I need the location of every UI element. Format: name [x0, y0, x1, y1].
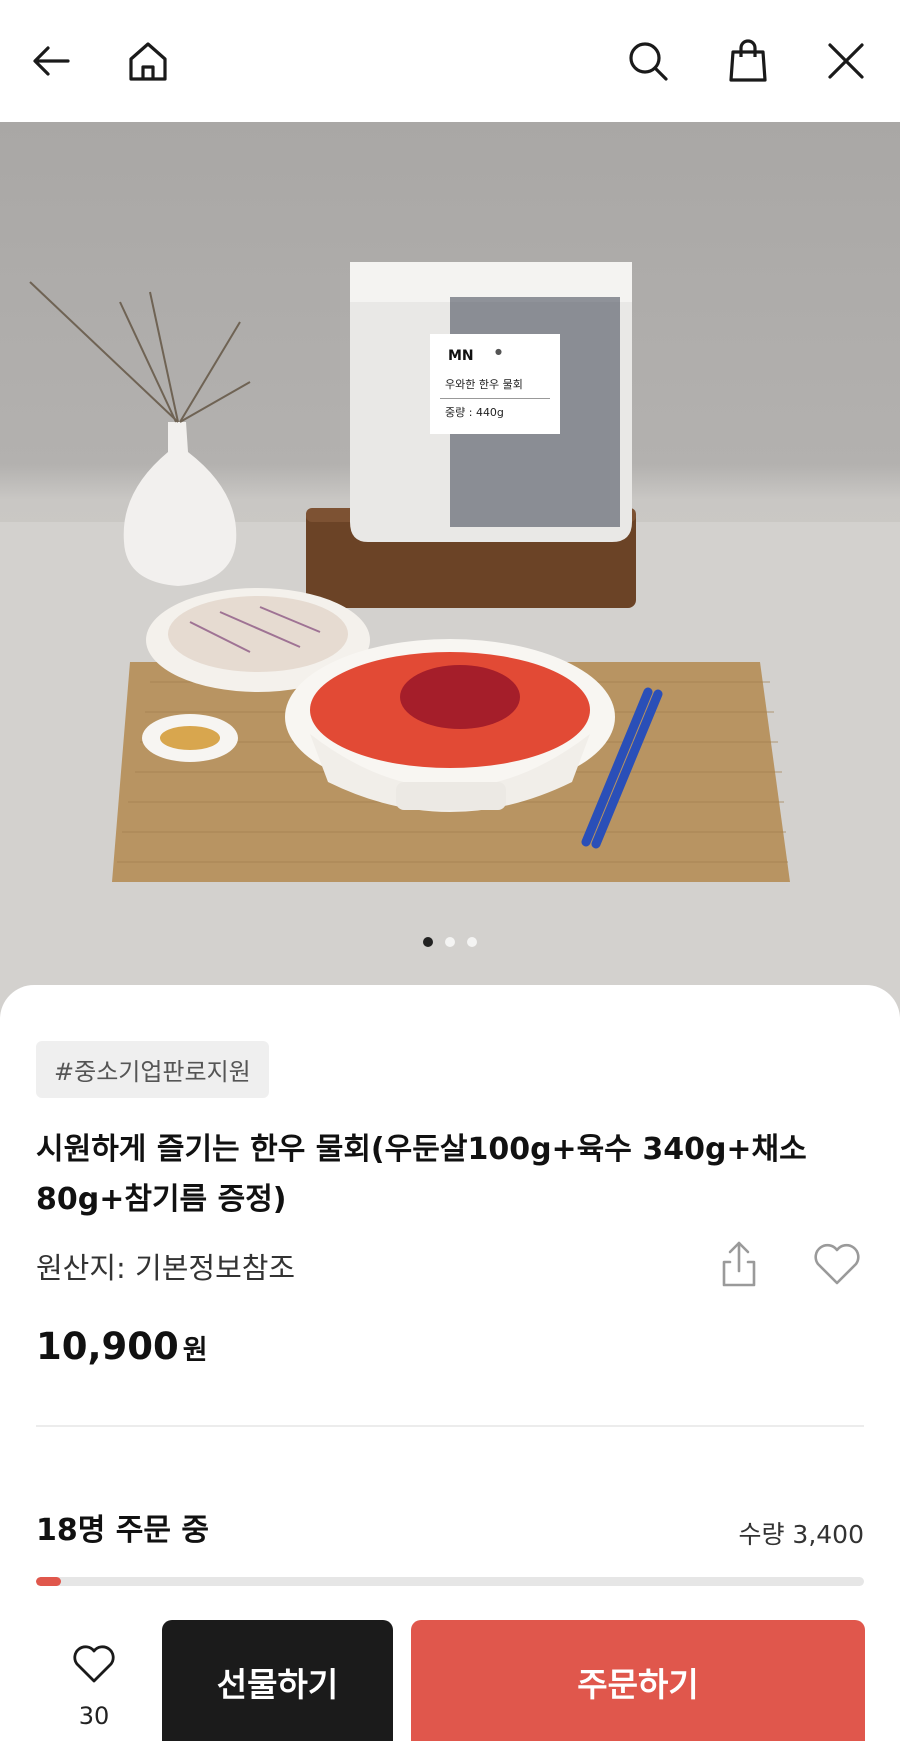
wishlist-count: 30	[78, 1702, 110, 1730]
home-button[interactable]	[120, 33, 176, 89]
product-title: 시원하게 즐기는 한우 물회(우둔살100g+육수 340g+채소 80g+참기…	[36, 1132, 807, 1217]
search-button[interactable]	[620, 33, 676, 89]
package-label-weight: 중량 : 440g	[445, 406, 504, 419]
divider	[36, 1425, 864, 1427]
like-button[interactable]	[808, 1235, 866, 1293]
share-icon	[722, 1241, 756, 1287]
arrow-left-icon	[33, 46, 70, 76]
back-button[interactable]	[24, 33, 80, 89]
order-count: 18명 주문 중	[36, 1513, 210, 1548]
carousel-dot[interactable]	[445, 937, 455, 947]
heart-icon	[73, 1645, 115, 1683]
heart-icon	[814, 1243, 860, 1285]
svg-text:●: ●	[495, 347, 502, 356]
carousel-dot[interactable]	[467, 937, 477, 947]
product-photo: MN ● 우와한 한우 물회 중량 : 440g	[0, 262, 900, 1022]
gift-button[interactable]: 선물하기	[162, 1620, 393, 1741]
close-button[interactable]	[818, 33, 874, 89]
product-detail-page: MN ● 우와한 한우 물회 중량 : 440g #중소기업판로지원 시원하게 …	[0, 0, 900, 1741]
shopping-bag-icon	[729, 39, 767, 82]
price-row: 10,900 원	[36, 1325, 208, 1368]
package-label-name: 우와한 한우 물회	[445, 378, 523, 391]
product-origin: 원산지: 기본정보참조	[36, 1251, 296, 1285]
cart-button[interactable]	[720, 33, 776, 89]
svg-text:MN: MN	[448, 348, 474, 364]
carousel-dot[interactable]	[423, 937, 433, 947]
order-button[interactable]: 주문하기	[411, 1620, 865, 1741]
bottom-action-bar: 30 선물하기 주문하기	[0, 1618, 900, 1741]
top-navigation-bar	[0, 0, 900, 122]
search-icon	[629, 42, 668, 81]
product-image-carousel[interactable]: MN ● 우와한 한우 물회 중량 : 440g	[0, 122, 900, 1022]
stock-quantity: 수량 3,400	[738, 1520, 864, 1549]
order-progress-bar	[36, 1577, 864, 1586]
share-button[interactable]	[710, 1235, 768, 1293]
close-icon	[828, 43, 864, 79]
carousel-indicator	[0, 937, 900, 951]
home-icon	[129, 42, 167, 81]
product-tag[interactable]: #중소기업판로지원	[36, 1041, 269, 1098]
wishlist-button[interactable]: 30	[60, 1638, 128, 1738]
order-progress-fill	[36, 1577, 61, 1586]
price-currency: 원	[182, 1335, 208, 1366]
product-price: 10,900	[36, 1325, 179, 1368]
